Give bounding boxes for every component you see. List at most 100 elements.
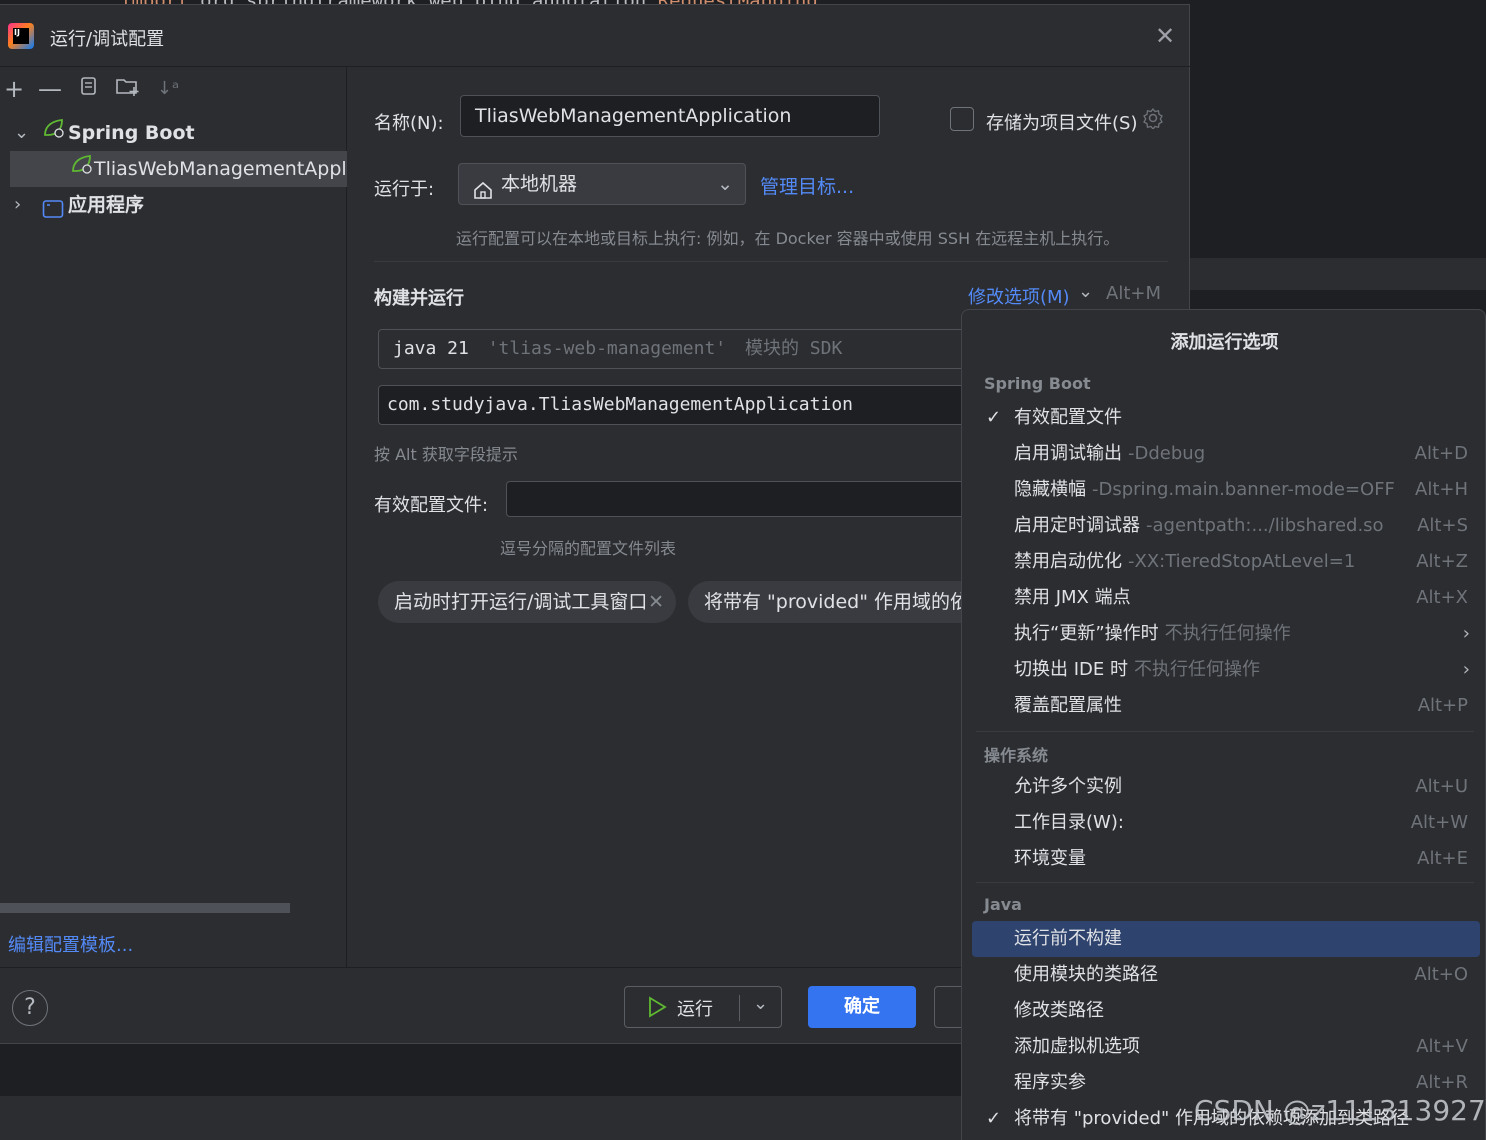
group-spring-boot: Spring Boot	[984, 374, 1091, 393]
chevron-right-icon[interactable]: ›	[14, 187, 21, 223]
profiles-hint: 逗号分隔的配置文件列表	[500, 539, 677, 558]
name-label: 名称(N):	[374, 113, 444, 134]
modify-options-link[interactable]: 修改选项(M)	[968, 283, 1070, 309]
menu-item-modify-classpath[interactable]: 修改类路径	[972, 993, 1480, 1029]
sdk-version: java 21	[393, 338, 469, 359]
item-arg: -XX:TieredStopAtLevel=1	[1128, 551, 1356, 572]
chevron-right-icon: ›	[1462, 623, 1470, 644]
chevron-down-icon[interactable]: ⌄	[753, 993, 768, 1014]
group-java: Java	[984, 895, 1022, 914]
new-folder-icon[interactable]	[114, 75, 142, 103]
modify-options-shortcut: Alt+M	[1106, 283, 1161, 304]
tree-toolbar: + — ↓ᵃ	[0, 71, 347, 105]
dialog-title: 运行/调试配置	[50, 29, 165, 50]
menu-item-no-build-before-run[interactable]: 运行前不构建	[972, 921, 1480, 957]
profiles-label: 有效配置文件:	[374, 495, 489, 516]
menu-item-working-dir[interactable]: 工作目录(W): Alt+W	[972, 805, 1480, 841]
remove-icon[interactable]: —	[36, 75, 64, 103]
option-chip-open-tool-window[interactable]: 启动时打开运行/调试工具窗口 ✕	[378, 581, 676, 623]
ok-button[interactable]: 确定	[808, 986, 916, 1028]
item-label: 禁用启动优化	[1014, 551, 1122, 572]
menu-item-override-properties[interactable]: 覆盖配置属性 Alt+P	[972, 688, 1480, 724]
item-label: 程序实参	[1014, 1072, 1086, 1093]
profiles-input[interactable]	[506, 481, 976, 517]
item-label: 隐藏横幅	[1014, 479, 1086, 500]
chevron-down-icon[interactable]: ⌄	[14, 115, 29, 151]
run-on-hint: 运行配置可以在本地或目标上执行: 例如，在 Docker 容器中或使用 SSH …	[456, 229, 1120, 248]
item-arg: -Ddebug	[1128, 443, 1206, 464]
item-shortcut: Alt+X	[1416, 587, 1468, 608]
item-label: 切换出 IDE 时	[1014, 659, 1128, 680]
item-label: 添加虚拟机选项	[1014, 1036, 1140, 1057]
chip-label: 将带有 "provided" 作用域的依赖	[704, 591, 978, 613]
copy-icon[interactable]	[74, 75, 102, 103]
item-label: 允许多个实例	[1014, 776, 1122, 797]
menu-item-active-profiles[interactable]: ✓ 有效配置文件	[972, 400, 1480, 436]
item-shortcut: Alt+W	[1410, 812, 1468, 833]
store-as-file-label: 存储为项目文件(S)	[986, 113, 1138, 134]
item-label: 禁用 JMX 端点	[1014, 587, 1131, 608]
item-label: 工作目录(W):	[1014, 812, 1124, 833]
item-shortcut: Alt+V	[1416, 1036, 1468, 1057]
menu-item-timing-debugger[interactable]: 启用定时调试器 -agentpath:.../libshared.so Alt+S	[972, 508, 1480, 544]
menu-item-env-vars[interactable]: 环境变量 Alt+E	[972, 841, 1480, 877]
sdk-module: 'tlias-web-management'	[487, 338, 727, 359]
edit-templates-link[interactable]: 编辑配置模板...	[8, 931, 133, 957]
item-label: 启用定时调试器	[1014, 515, 1140, 536]
item-label: 执行“更新”操作时	[1014, 623, 1159, 644]
application-icon	[42, 195, 64, 223]
tree-item-label: TliasWebManagementApplic	[94, 158, 347, 180]
chevron-down-icon[interactable]: ⌄	[1078, 281, 1093, 302]
add-icon[interactable]: +	[0, 75, 28, 103]
item-arg: -agentpath:.../libshared.so	[1146, 515, 1384, 536]
run-on-value: 本地机器	[501, 173, 578, 195]
menu-item-module-classpath[interactable]: 使用模块的类路径 Alt+O	[972, 957, 1480, 993]
item-shortcut: Alt+P	[1417, 695, 1468, 716]
tree-item-tlias-app[interactable]: TliasWebManagementApplic	[10, 151, 347, 187]
gear-icon[interactable]	[1142, 107, 1164, 134]
manage-targets-link[interactable]: 管理目标...	[760, 172, 854, 199]
main-class-input[interactable]: com.studyjava.TliasWebManagementApplicat…	[378, 385, 978, 425]
item-label: 使用模块的类路径	[1014, 964, 1158, 985]
option-chip-provided-scope[interactable]: 将带有 "provided" 作用域的依赖	[688, 581, 978, 623]
dialog-titlebar: IJ 运行/调试配置 ✕	[0, 5, 1190, 67]
tree-group-spring-boot[interactable]: ⌄ Spring Boot	[0, 115, 347, 151]
menu-item-multiple-instances[interactable]: 允许多个实例 Alt+U	[972, 769, 1480, 805]
item-shortcut: Alt+U	[1415, 776, 1468, 797]
item-label: 环境变量	[1014, 848, 1086, 869]
horizontal-scrollbar[interactable]	[0, 903, 290, 913]
menu-item-disable-jmx[interactable]: 禁用 JMX 端点 Alt+X	[972, 580, 1480, 616]
sort-icon[interactable]: ↓ᵃ	[154, 75, 182, 103]
menu-item-on-frame-deactivation[interactable]: 切换出 IDE 时不执行任何操作 ›	[972, 652, 1480, 688]
item-label: 运行前不构建	[1014, 928, 1122, 949]
alt-hint: 按 Alt 获取字段提示	[374, 445, 518, 464]
menu-item-disable-launch-opt[interactable]: 禁用启动优化 -XX:TieredStopAtLevel=1 Alt+Z	[972, 544, 1480, 580]
sdk-select[interactable]: java 21 'tlias-web-management' 模块的 SDK	[378, 329, 978, 369]
intellij-logo-icon: IJ	[8, 23, 34, 49]
menu-item-on-update[interactable]: 执行“更新”操作时 不执行任何操作 ›	[972, 616, 1480, 652]
check-icon: ✓	[986, 1108, 1002, 1129]
chevron-right-icon: ›	[1462, 659, 1470, 680]
group-divider	[976, 731, 1474, 732]
run-on-select[interactable]: 本地机器 ⌄	[458, 163, 746, 205]
item-shortcut: Alt+S	[1417, 515, 1468, 536]
name-input[interactable]: TliasWebManagementApplication	[460, 95, 880, 137]
menu-item-debug-output[interactable]: 启用调试输出 -Ddebug Alt+D	[972, 436, 1480, 472]
menu-item-hide-banner[interactable]: 隐藏横幅 -Dspring.main.banner-mode=OFF Alt+H	[972, 472, 1480, 508]
tree-group-label: Spring Boot	[68, 122, 195, 144]
run-button[interactable]: 运行 ⌄	[624, 986, 782, 1028]
menu-item-vm-options[interactable]: 添加虚拟机选项 Alt+V	[972, 1029, 1480, 1065]
store-as-file-checkbox[interactable]	[950, 107, 974, 131]
tree-group-label: 应用程序	[68, 194, 145, 216]
item-arg: -Dspring.main.banner-mode=OFF	[1092, 479, 1395, 500]
run-label: 运行	[677, 999, 713, 1020]
help-button[interactable]: ?	[12, 990, 48, 1026]
tree-group-application[interactable]: › 应用程序	[0, 187, 347, 223]
config-tree-pane: + — ↓ᵃ ⌄ Spring Boot TliasWebManagementA…	[0, 67, 347, 967]
close-icon[interactable]: ✕	[1152, 23, 1178, 49]
item-shortcut: Alt+O	[1414, 964, 1468, 985]
check-icon: ✓	[986, 407, 1002, 428]
close-icon[interactable]: ✕	[648, 581, 664, 623]
editor-strip	[1190, 258, 1486, 290]
item-shortcut: Alt+H	[1415, 479, 1468, 500]
